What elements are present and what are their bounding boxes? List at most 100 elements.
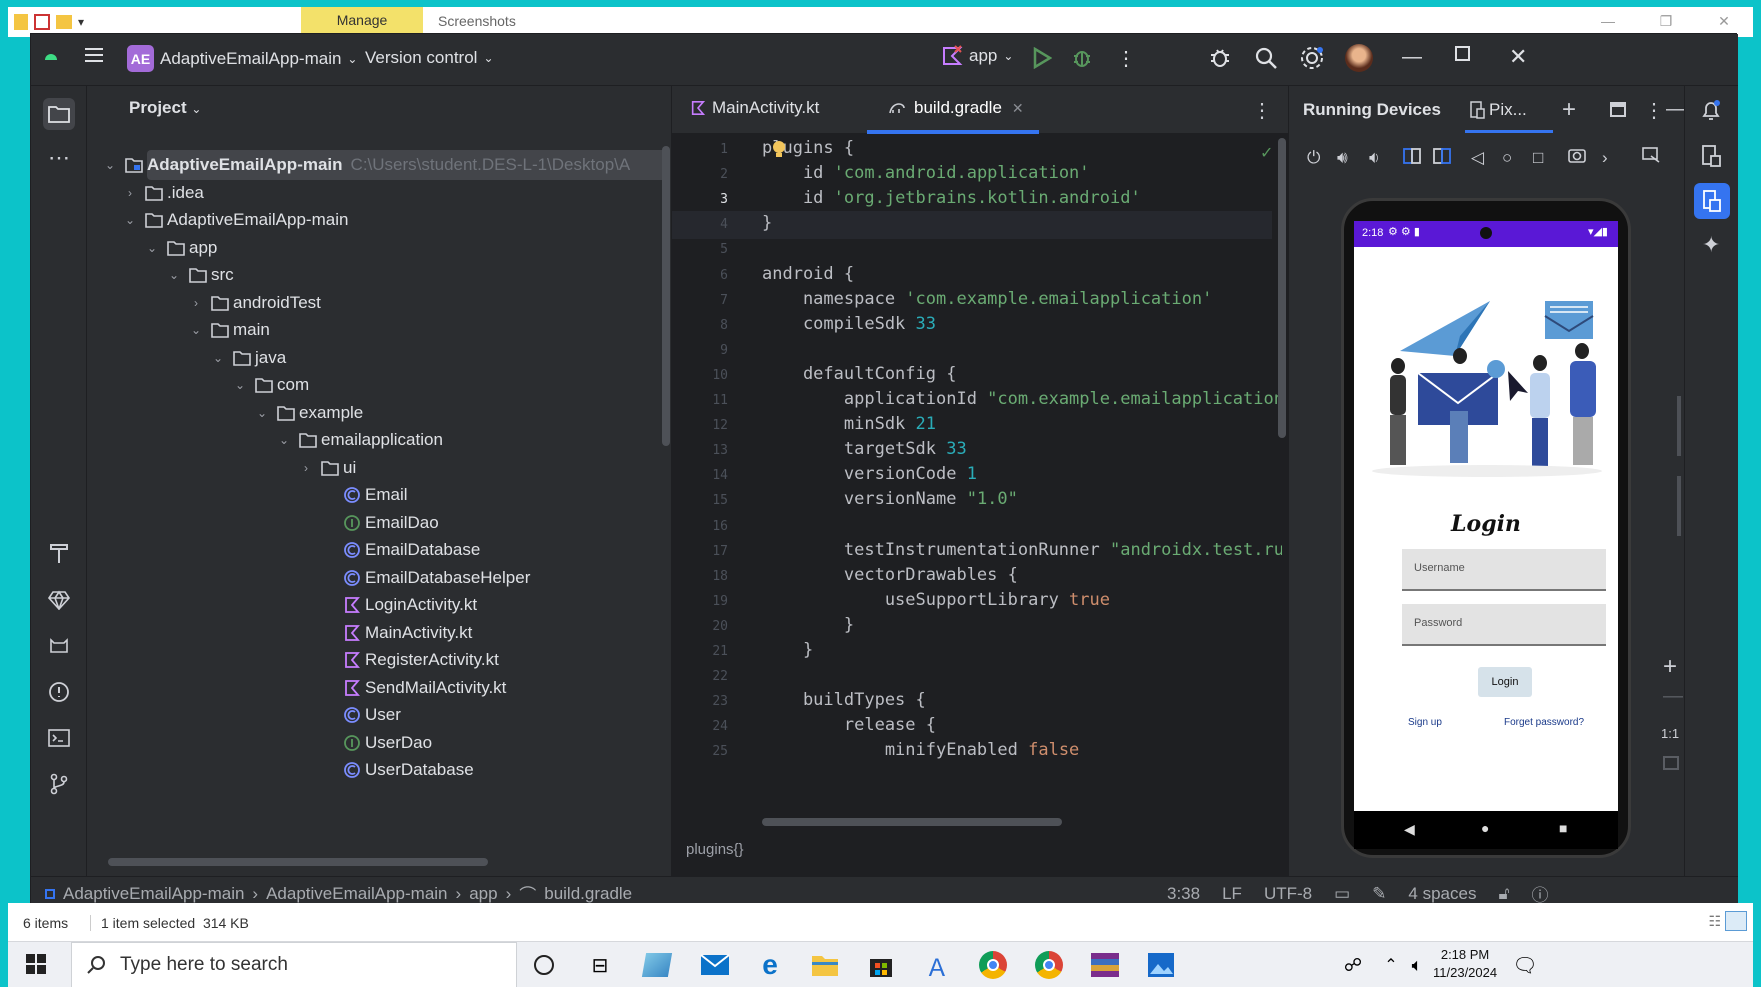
project-view-selector[interactable]: Project ⌄ [129, 98, 201, 118]
mirror-screen-icon[interactable] [1641, 146, 1661, 164]
tree-node-email[interactable]: Email [343, 480, 408, 510]
terminal-icon[interactable] [43, 722, 75, 754]
tree-node-idea[interactable]: › .idea [123, 178, 204, 208]
settings-gear-icon[interactable] [1299, 45, 1325, 71]
zoom-out-icon[interactable]: — [1663, 685, 1683, 708]
mail-icon[interactable] [698, 948, 732, 982]
chevron-right-icon[interactable]: › [123, 186, 137, 200]
run-button[interactable] [1032, 47, 1052, 69]
store-icon[interactable] [864, 948, 898, 982]
tree-node-module[interactable]: ⌄ AdaptiveEmailApp-main [123, 205, 348, 235]
device-scrollbar-2[interactable] [1677, 476, 1681, 536]
chevron-down-icon[interactable]: ⌄ [211, 351, 225, 365]
device-scrollbar[interactable] [1677, 396, 1681, 456]
editor-horizontal-scrollbar[interactable] [762, 818, 1062, 826]
folder-icon[interactable] [14, 14, 28, 30]
overview-icon[interactable]: □ [1533, 148, 1543, 168]
tree-node-mainactivity[interactable]: MainActivity.kt [343, 618, 472, 648]
tree-node-user[interactable]: User [343, 700, 401, 730]
close-icon[interactable]: ✕ [1509, 44, 1527, 70]
project-horizontal-scrollbar[interactable] [108, 858, 488, 866]
large-icons-view-icon[interactable] [1725, 911, 1747, 931]
winrar-icon[interactable] [1088, 948, 1122, 982]
tree-node-example[interactable]: ⌄ example [255, 398, 363, 428]
more-tools-icon[interactable]: ⋯ [43, 142, 75, 174]
app-store-a-icon[interactable]: Ａ [920, 948, 954, 982]
device-screen[interactable]: 2:18 ⚙ ⚙ ▮ ▾◢▮ Login Username Password L… [1354, 221, 1618, 811]
window-layout-icon[interactable] [1610, 102, 1626, 117]
chevron-down-icon[interactable]: ⌄ [189, 323, 203, 337]
tree-node-src[interactable]: ⌄ src [167, 260, 234, 290]
tree-node-registeractivity[interactable]: RegisterActivity.kt [343, 645, 499, 675]
people-icon[interactable]: ☍ [1336, 948, 1370, 982]
crumb-app[interactable]: app [469, 884, 497, 904]
chevron-right-icon[interactable]: › [189, 296, 203, 310]
password-field[interactable]: Password [1402, 604, 1606, 646]
debug-button[interactable] [1071, 46, 1093, 68]
logcat-icon[interactable] [43, 630, 75, 662]
attach-debugger-icon[interactable] [1208, 46, 1232, 70]
problems-icon[interactable] [43, 676, 75, 708]
code-breadcrumb[interactable]: plugins{} [686, 841, 744, 858]
username-field[interactable]: Username [1402, 549, 1606, 591]
details-view-icon[interactable]: ☷ [1708, 913, 1721, 930]
tree-node-emaildao[interactable]: EmailDao [343, 508, 439, 538]
volume-down-icon[interactable]: 🔉︎ [1369, 148, 1380, 168]
task-view-icon[interactable]: ⊟ [583, 948, 617, 982]
tree-node-emaildatabasehelper[interactable]: EmailDatabaseHelper [343, 563, 530, 593]
device-tab[interactable]: Pix... [1469, 100, 1527, 120]
panel-options-icon[interactable]: ⋮ [1644, 98, 1664, 123]
taskbar-search[interactable]: Type here to search [71, 942, 517, 987]
close-icon[interactable]: ✕ [1695, 7, 1753, 35]
avatar[interactable] [1345, 44, 1373, 72]
crumb-project[interactable]: AdaptiveEmailApp-main [63, 884, 244, 904]
clock[interactable]: 2:18 PM 11/23/2024 [1433, 946, 1497, 982]
minimize-icon[interactable]: — [1579, 7, 1637, 35]
restore-icon[interactable]: ❐ [1637, 7, 1695, 35]
git-branch-icon[interactable] [43, 768, 75, 800]
forgot-password-link[interactable]: Forget password? [1504, 717, 1584, 728]
signup-link[interactable]: Sign up [1408, 717, 1442, 728]
edge-browser-icon[interactable]: e [753, 948, 787, 982]
zoom-fit-icon[interactable] [1663, 756, 1679, 770]
maximize-icon[interactable] [1455, 46, 1470, 61]
vcs-menu[interactable]: Version control ⌄ [365, 48, 494, 68]
close-tab-icon[interactable]: ✕ [1012, 100, 1024, 117]
project-vertical-scrollbar[interactable] [662, 146, 670, 446]
hide-panel-icon[interactable]: — [1666, 98, 1686, 121]
tree-node-userdatabase[interactable]: UserDatabase [343, 755, 474, 785]
new-folder-icon[interactable] [56, 15, 72, 29]
action-center-icon[interactable]: 🗨︎ [1508, 948, 1542, 982]
run-config-selector[interactable]: app ⌄ [941, 44, 1013, 68]
readonly-lock-icon[interactable]: 🔓︎ [1498, 884, 1509, 904]
search-icon[interactable] [1254, 46, 1278, 70]
nav-back-icon[interactable]: ◀ [1404, 821, 1415, 838]
power-icon[interactable]: ⏻ [1307, 148, 1320, 168]
tree-node-emaildatabase[interactable]: EmailDatabase [343, 535, 480, 565]
customize-qa-icon[interactable]: ▾ [78, 15, 84, 29]
gem-icon[interactable] [43, 584, 75, 616]
tree-node-userdao[interactable]: UserDao [343, 728, 432, 758]
indent-setting[interactable]: 4 spaces [1408, 884, 1476, 904]
chrome-profile-icon[interactable] [1032, 948, 1066, 982]
nav-home-icon[interactable]: ● [1481, 820, 1489, 836]
home-icon[interactable]: ○ [1502, 148, 1512, 168]
chevron-down-icon[interactable]: ⌄ [145, 241, 159, 255]
editor-vertical-scrollbar[interactable] [1278, 138, 1286, 438]
editor-mode-icon[interactable]: ▭ [1334, 884, 1350, 904]
screenshot-camera-icon[interactable] [1567, 146, 1587, 164]
code-style-icon[interactable]: ✎ [1372, 884, 1386, 904]
tab-actions-icon[interactable]: ⋮ [1252, 98, 1272, 123]
build-hammer-icon[interactable] [43, 538, 75, 570]
tree-node-main[interactable]: ⌄ main [189, 315, 270, 345]
login-button[interactable]: Login [1478, 667, 1532, 697]
lightbulb-icon[interactable] [772, 140, 786, 160]
chevron-down-icon[interactable]: ⌄ [167, 268, 181, 282]
back-icon[interactable]: ◁ [1471, 148, 1484, 168]
tab-build-gradle[interactable]: build.gradle ✕ [888, 98, 1024, 118]
zoom-in-icon[interactable]: + [1663, 653, 1677, 681]
chevron-down-icon[interactable]: ⌄ [103, 158, 117, 172]
gemini-sparkle-icon[interactable]: ✦ [1702, 232, 1720, 258]
file-encoding[interactable]: UTF-8 [1264, 884, 1312, 904]
tree-node-ui[interactable]: › ui [299, 453, 356, 483]
